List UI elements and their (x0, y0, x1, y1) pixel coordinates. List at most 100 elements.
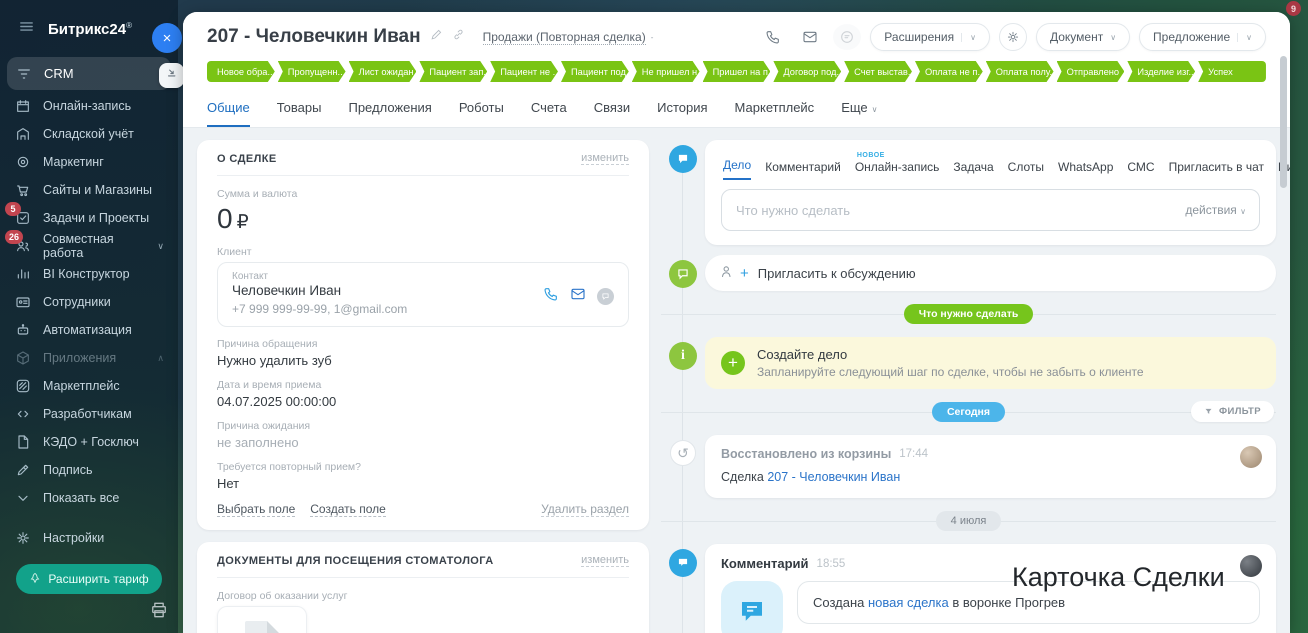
file-attachment[interactable]: TXT Тест.txt (217, 606, 307, 633)
offer-button[interactable]: Предложение ∨ (1139, 23, 1266, 51)
tab-offers[interactable]: Предложения (348, 100, 431, 127)
add-activity-button[interactable]: + (721, 351, 745, 375)
tab-robots[interactable]: Роботы (459, 100, 504, 127)
sidebar-item-employees[interactable]: Сотрудники (0, 288, 178, 316)
stage-chip[interactable]: Пациент зап... (419, 61, 487, 82)
messenger-icon[interactable] (597, 288, 614, 305)
sidebar-item-crm[interactable]: CRM (7, 57, 171, 90)
stage-chip[interactable]: Новое обра... (207, 61, 275, 82)
menu-burger-icon[interactable] (18, 18, 35, 40)
deal-header: 207 - Человечкин Иван Продажи (Повторная… (183, 12, 1290, 56)
pipeline-selector[interactable]: Продажи (Повторная сделка) (483, 30, 646, 45)
avatar[interactable] (1240, 555, 1262, 577)
stage-chip[interactable]: Пациент под... (561, 61, 629, 82)
call-button[interactable] (759, 24, 787, 50)
tab-products[interactable]: Товары (277, 100, 322, 127)
new-deal-link[interactable]: новая сделка (868, 595, 949, 610)
sidebar-item-marketplace[interactable]: Маркетплейс (0, 372, 178, 400)
chat-disabled-button[interactable] (833, 24, 861, 50)
stage-chip[interactable]: Договор под... (773, 61, 841, 82)
delete-section-link[interactable]: Удалить раздел (541, 502, 629, 517)
scrollbar-thumb[interactable] (1280, 56, 1287, 188)
tab-marketplace[interactable]: Маркетплейс (735, 100, 815, 127)
feed-tab-whatsapp[interactable]: WhatsApp (1058, 160, 1113, 180)
close-slider-button[interactable]: × (152, 23, 182, 53)
feed-tab-activity[interactable]: Дело (723, 158, 751, 180)
sidebar-item-marketing[interactable]: Маркетинг (0, 148, 178, 176)
pen-icon (14, 461, 32, 479)
upgrade-plan-button[interactable]: Расширить тариф (16, 564, 162, 594)
settings-gear-button[interactable] (999, 23, 1027, 51)
edit-section-link[interactable]: изменить (581, 152, 629, 165)
stage-chip[interactable]: Пациент не ... (490, 61, 558, 82)
sidebar-item-signature[interactable]: Подпись (0, 456, 178, 484)
stage-chip[interactable]: Лист ожидан... (349, 61, 417, 82)
extensions-button[interactable]: Расширения ∨ (870, 23, 990, 51)
sidebar-item-show-all[interactable]: Показать все (0, 484, 178, 512)
sidebar-item-apps[interactable]: Приложения ∧ (0, 344, 178, 372)
contact-name[interactable]: Человечкин Иван (232, 283, 407, 298)
sidebar-item-developers[interactable]: Разработчикам (0, 400, 178, 428)
feed-tab-sms[interactable]: СМС (1127, 160, 1154, 180)
tab-links[interactable]: Связи (594, 100, 630, 127)
tab-general[interactable]: Общие (207, 100, 250, 127)
edit-title-icon[interactable] (430, 28, 443, 46)
feed-tab-online-booking[interactable]: НОВОЕОнлайн-запись (855, 160, 940, 180)
tab-history[interactable]: История (657, 100, 707, 127)
create-field-link[interactable]: Создать поле (310, 502, 386, 517)
stage-chip[interactable]: Отправлено ... (1057, 61, 1125, 82)
feed-tab-task[interactable]: Задача (953, 160, 993, 180)
sidebar-item-sites[interactable]: Сайты и Магазины (0, 176, 178, 204)
sidebar-item-collaboration[interactable]: 26 Совместная работа ∨ (0, 232, 178, 260)
edit-section-link[interactable]: изменить (581, 554, 629, 567)
field-value-empty[interactable]: не заполнено (217, 435, 629, 450)
sidebar-item-tasks[interactable]: 5 Задачи и Проекты (0, 204, 178, 232)
mail-icon[interactable] (570, 286, 586, 307)
stage-chip[interactable]: Изделие изг... (1127, 61, 1195, 82)
todo-divider-pill[interactable]: Что нужно сделать (904, 304, 1034, 324)
stage-chip[interactable]: Не пришел н... (632, 61, 700, 82)
app-logo[interactable]: Битрикс24® (48, 21, 132, 38)
printer-icon[interactable] (149, 600, 169, 625)
field-value[interactable]: Нет (217, 476, 629, 491)
stage-chip[interactable]: Успех (1198, 61, 1266, 82)
deal-link[interactable]: 207 - Человечкин Иван (767, 470, 900, 484)
feed-tab-invite-chat[interactable]: Пригласить в чат (1169, 160, 1264, 180)
section-title: ДОКУМЕНТЫ ДЛЯ ПОСЕЩЕНИЯ СТОМАТОЛОГА (217, 555, 494, 567)
sidebar-item-settings[interactable]: Настройки (0, 524, 178, 552)
sidebar-item-automation[interactable]: Автоматизация (0, 316, 178, 344)
tab-more[interactable]: Еще∨ (841, 100, 877, 127)
phone-icon[interactable] (543, 286, 559, 307)
field-value[interactable]: Нужно удалить зуб (217, 353, 629, 368)
contact-card[interactable]: Контакт Человечкин Иван +7 999 999-99-99… (217, 262, 629, 327)
feed-tab-comment[interactable]: Комментарий (765, 160, 841, 180)
collapse-icon (165, 66, 179, 85)
notification-badge[interactable]: 9 (1286, 1, 1301, 16)
invite-to-discussion[interactable]: + Пригласить к обсуждению (705, 255, 1276, 291)
email-button[interactable] (796, 24, 824, 50)
stage-chip[interactable]: Пришел на п... (703, 61, 771, 82)
actions-dropdown[interactable]: действия ∨ (1185, 203, 1246, 217)
stage-chip[interactable]: Оплата полу... (986, 61, 1054, 82)
deal-amount[interactable]: 0₽ (217, 203, 629, 235)
document-button[interactable]: Документ ∨ (1036, 23, 1130, 51)
select-field-link[interactable]: Выбрать поле (217, 502, 295, 517)
stage-chip[interactable]: Пропущенн... (278, 61, 346, 82)
sidebar-item-online-booking[interactable]: Онлайн-запись (0, 92, 178, 120)
avatar[interactable] (1240, 446, 1262, 468)
collapse-slider-button[interactable] (159, 63, 184, 88)
sidebar-item-kedo[interactable]: КЭДО + Госключ (0, 428, 178, 456)
tab-invoices[interactable]: Счета (531, 100, 567, 127)
stage-chip[interactable]: Оплата не п... (915, 61, 983, 82)
sidebar-item-warehouse[interactable]: Складской учёт (0, 120, 178, 148)
feed-tab-slots[interactable]: Слоты (1008, 160, 1044, 180)
sidebar-item-bi-constructor[interactable]: BI Конструктор (0, 260, 178, 288)
today-divider-pill[interactable]: Сегодня (932, 402, 1005, 422)
field-value[interactable]: 04.07.2025 00:00:00 (217, 394, 629, 409)
filter-button[interactable]: ФИЛЬТР (1191, 401, 1274, 422)
hint-title[interactable]: Создайте дело (757, 347, 1144, 362)
copy-link-icon[interactable] (452, 28, 465, 46)
todo-input[interactable] (721, 189, 1260, 231)
stage-chip[interactable]: Счет выстав... (844, 61, 912, 82)
date-divider-pill[interactable]: 4 июля (936, 511, 1002, 531)
